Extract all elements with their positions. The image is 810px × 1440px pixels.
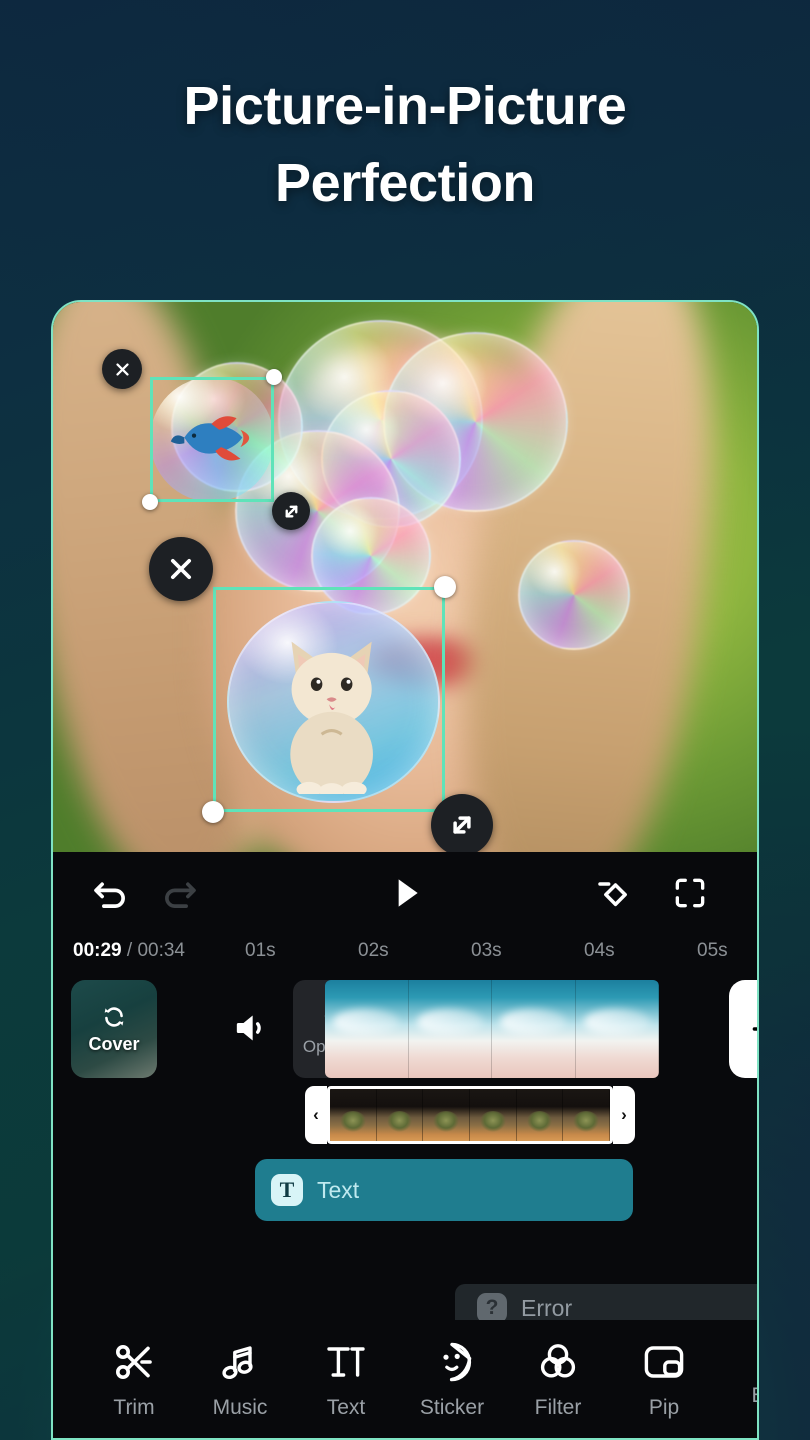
pip-thumbnail-frame: [516, 1089, 564, 1141]
timeline-main-track: Cover Opening: [53, 980, 757, 1080]
question-mark-icon: ?: [477, 1293, 507, 1323]
close-icon: [170, 558, 192, 580]
resize-diagonal-icon: [453, 816, 471, 834]
play-icon: [398, 879, 418, 907]
time-display: 00:29 / 00:34: [73, 940, 185, 962]
filter-circles-icon: [540, 1344, 576, 1378]
ruler-tick: 03s: [471, 940, 502, 961]
pip-icon: [644, 1346, 684, 1378]
refresh-icon: [104, 1006, 124, 1027]
editor-toolbar: [53, 852, 757, 934]
clip-thumbnail-frame: [325, 980, 409, 1078]
nav-label-effect: Effe: [752, 1384, 758, 1408]
scissors-icon: [116, 1345, 152, 1379]
nav-item-filter[interactable]: Filter: [505, 1338, 611, 1420]
nav-item-trim[interactable]: Trim: [81, 1338, 187, 1420]
page-title: Picture-in-Picture Perfection: [0, 68, 810, 221]
cover-label: Cover: [88, 1033, 140, 1054]
cover-button[interactable]: Cover: [71, 980, 157, 1078]
text-badge-icon: T: [271, 1174, 303, 1206]
error-clip-label: Error: [521, 1294, 573, 1321]
text-clip-label: Text: [317, 1176, 360, 1203]
pip-thumbnail-frame: [423, 1089, 471, 1141]
ruler-tick: 05s: [697, 940, 728, 961]
pip-trim-right-handle[interactable]: ›: [613, 1086, 635, 1144]
resize-diagonal-icon: [285, 505, 297, 517]
pip-cat-handle-bottom-left[interactable]: [202, 801, 224, 823]
undo-icon: [94, 882, 125, 908]
bottom-toolbar: Trim Music Text Sticker Filter Pip: [53, 1320, 757, 1438]
pip-thumbnail-frame: [563, 1089, 610, 1141]
current-time: 00:29: [73, 940, 122, 961]
plus-icon: [752, 1027, 757, 1031]
nav-item-pip[interactable]: Pip: [611, 1338, 717, 1420]
volume-button[interactable]: [231, 1008, 275, 1052]
music-note-icon: [222, 1346, 253, 1380]
nav-item-sticker[interactable]: Sticker: [399, 1338, 505, 1420]
pip-thumbnail-frame: [376, 1089, 424, 1141]
headline-line-1: Picture-in-Picture: [183, 76, 627, 136]
pip-cat-frame: [213, 587, 445, 812]
nav-label-text: Text: [326, 1396, 366, 1419]
pip-overlay-fish[interactable]: [102, 349, 310, 530]
nav-item-text[interactable]: Text: [293, 1338, 399, 1420]
redo-button[interactable]: [145, 858, 215, 928]
timeline-panel[interactable]: Cover Opening: [53, 974, 757, 1332]
bubble-decoration: [518, 540, 630, 650]
phone-mockup-frame: 00:29 / 00:34 01s 02s 03s 04s 05s Cover: [51, 300, 759, 1440]
nav-item-effect[interactable]: Effe: [717, 1350, 758, 1408]
pip-thumbnail-frame: [330, 1089, 377, 1141]
keyframe-button[interactable]: [581, 861, 645, 925]
pip-fish-handle-bottom-left[interactable]: [142, 494, 158, 510]
undo-button[interactable]: [75, 858, 145, 928]
headline-line-2: Perfection: [274, 152, 536, 213]
ruler-tick: 01s: [245, 940, 276, 961]
sticker-face-icon: [443, 1342, 472, 1382]
pip-cat-resize-button[interactable]: [431, 794, 493, 852]
text-clip[interactable]: T Text: [255, 1159, 633, 1221]
nav-label-trim: Trim: [113, 1396, 155, 1419]
pip-fish-frame: [150, 377, 274, 502]
nav-label-pip-filter: Filter: [534, 1396, 582, 1419]
nav-label-pip: Pip: [648, 1396, 680, 1419]
pip-thumbnail-frame: [470, 1089, 517, 1141]
clip-thumbnail-frame: [492, 980, 576, 1078]
pip-cat-handle-top-right[interactable]: [434, 576, 456, 598]
pip-video-clip[interactable]: [327, 1086, 613, 1144]
close-icon: [115, 362, 129, 376]
video-preview[interactable]: [53, 302, 757, 852]
ruler-tick: 02s: [358, 940, 389, 961]
text-icon: [327, 1347, 365, 1377]
fullscreen-icon: [675, 878, 705, 908]
fullscreen-button[interactable]: [659, 862, 721, 924]
volume-icon: [236, 1015, 261, 1041]
pip-overlay-cat[interactable]: [149, 537, 493, 852]
time-separator: /: [121, 940, 138, 961]
main-video-clip[interactable]: [325, 980, 659, 1078]
keyframe-diamond-icon: [598, 882, 627, 907]
play-button[interactable]: [370, 858, 440, 928]
ruler-tick: 04s: [584, 940, 615, 961]
clip-thumbnail-frame: [408, 980, 492, 1078]
pip-trim-left-handle[interactable]: ‹: [305, 1086, 327, 1144]
timeline-pip-track[interactable]: ‹ ›: [305, 1084, 635, 1146]
pip-cat-close-button[interactable]: [149, 537, 213, 601]
clip-thumbnail-frame: [575, 980, 659, 1078]
redo-icon: [165, 882, 196, 908]
nav-label-sticker: Sticker: [419, 1396, 485, 1419]
nav-label-music: Music: [212, 1396, 268, 1419]
pip-fish-close-button[interactable]: [102, 349, 142, 389]
total-time: 00:34: [137, 940, 185, 961]
pip-fish-resize-button[interactable]: [272, 492, 310, 530]
add-clip-button[interactable]: [729, 980, 757, 1078]
pip-fish-handle-top-right[interactable]: [266, 369, 282, 385]
nav-item-music[interactable]: Music: [187, 1338, 293, 1420]
timeline-ruler[interactable]: 00:29 / 00:34 01s 02s 03s 04s 05s: [53, 934, 757, 974]
